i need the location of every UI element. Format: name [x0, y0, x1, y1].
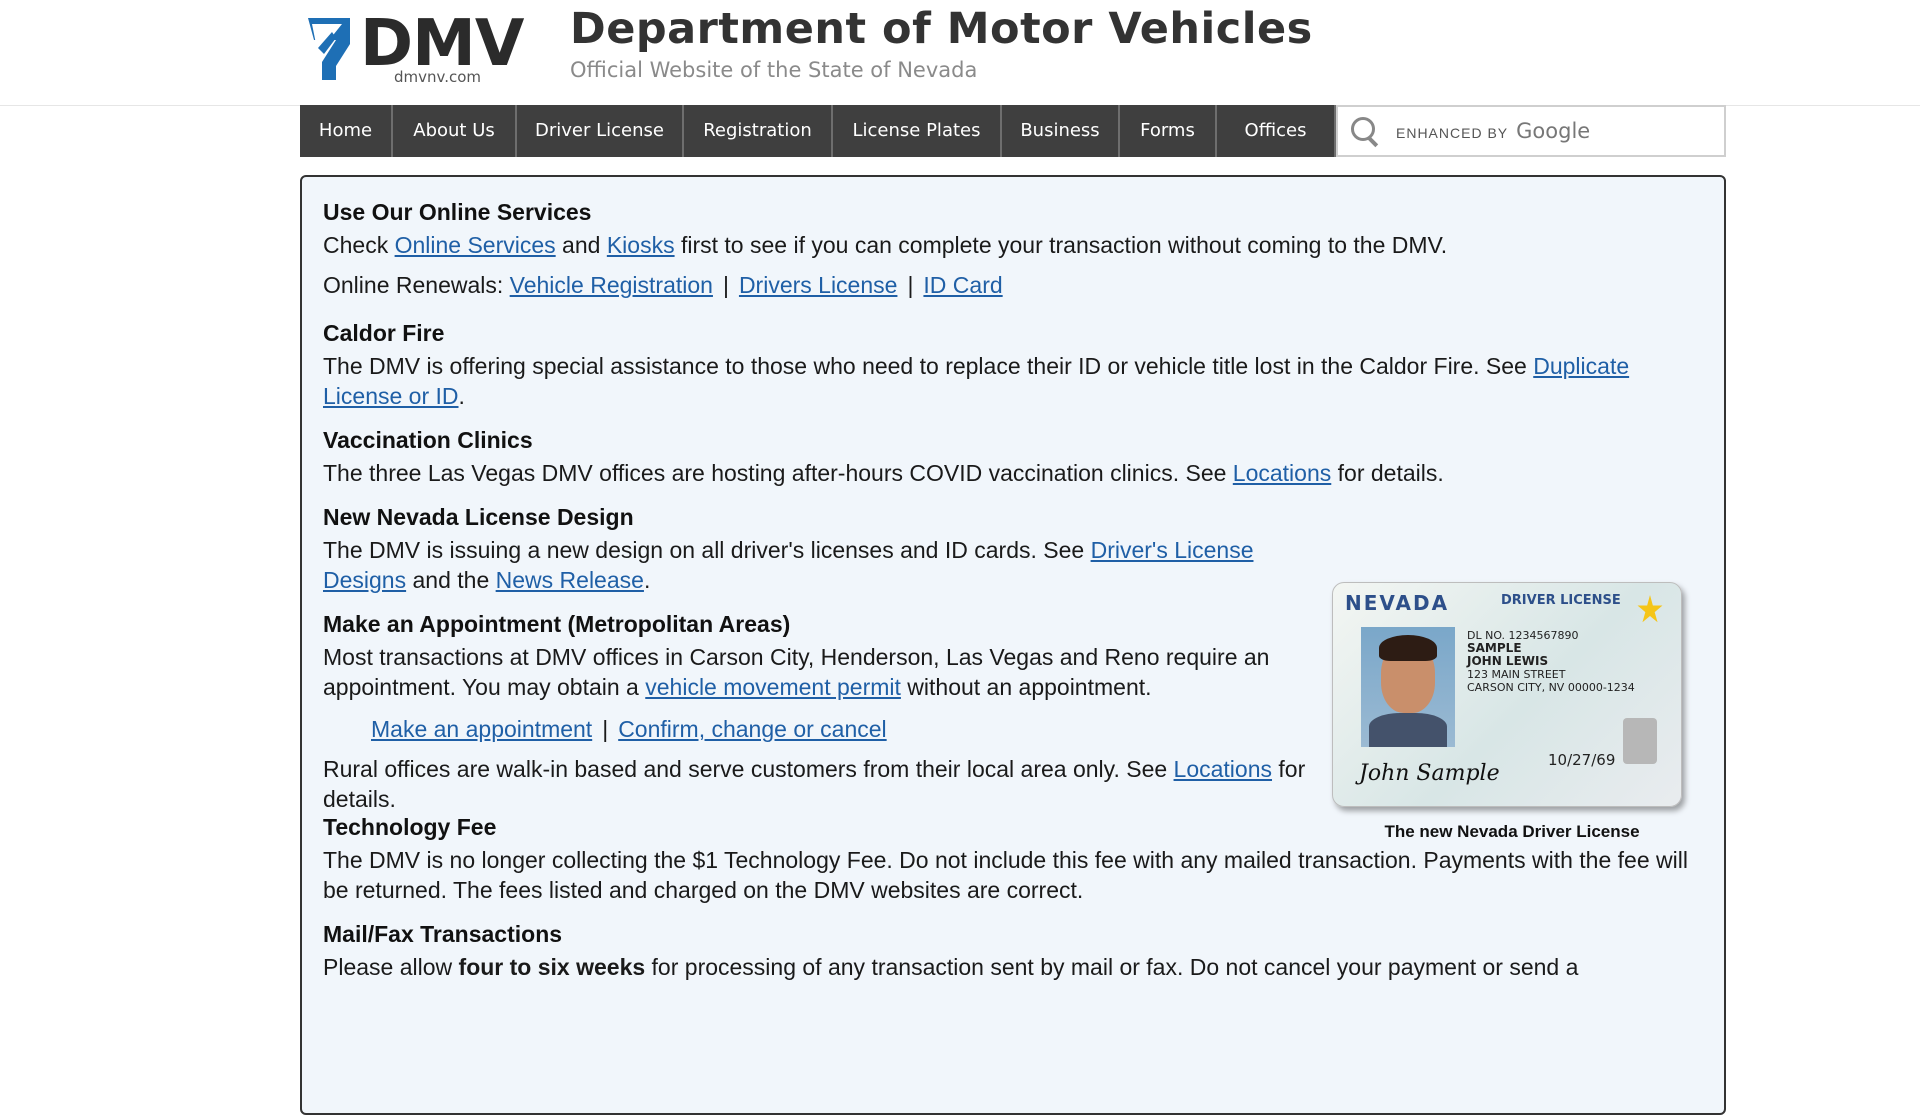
vehicle-registration-link[interactable]: Vehicle Registration — [510, 272, 713, 298]
news-release-link[interactable]: News Release — [496, 567, 644, 593]
online-renewals-row: Online Renewals: Vehicle Registration | Dr… — [323, 272, 1003, 298]
mail-fax-section: Mail/Fax Transactions Please allow four … — [323, 921, 1703, 982]
nav-forms[interactable]: Forms — [1120, 105, 1217, 157]
site-subtitle: Official Website of the State of Nevada — [570, 58, 978, 82]
search-input[interactable]: ENHANCED BY Google — [1336, 105, 1726, 157]
nav-business[interactable]: Business — [1002, 105, 1120, 157]
nav-registration[interactable]: Registration — [684, 105, 833, 157]
search-enhanced-label: ENHANCED BY — [1396, 125, 1509, 141]
nav-license-plates[interactable]: License Plates — [833, 105, 1002, 157]
drivers-license-link[interactable]: Drivers License — [739, 272, 898, 298]
dmv-logo[interactable]: DMV dmvnv.com — [306, 7, 531, 88]
site-title: Department of Motor Vehicles — [570, 4, 1313, 54]
logo-domain: dmvnv.com — [394, 68, 482, 86]
id-card-link[interactable]: ID Card — [923, 272, 1002, 298]
rural-offices-text: Rural offices are walk-in based and serv… — [323, 756, 1306, 812]
main-nav: Home About Us Driver License Registratio… — [300, 105, 1726, 157]
mail-fax-heading: Mail/Fax Transactions — [323, 921, 563, 947]
vehicle-movement-permit-link[interactable]: vehicle movement permit — [645, 674, 901, 700]
technology-fee-text: The DMV is no longer collecting the $1 T… — [323, 847, 1688, 903]
nav-driver-license[interactable]: Driver License — [517, 105, 684, 157]
card-date: 10/27/69 — [1548, 751, 1616, 769]
card-signature: John Sample — [1359, 761, 1500, 786]
appointment-action-links: Make an appointment | Confirm, change or c… — [371, 716, 887, 742]
site-header: DMV dmvnv.com Department of Motor Vehicl… — [0, 0, 1920, 106]
nav-about-us[interactable]: About Us — [393, 105, 517, 157]
license-caption: The new Nevada Driver License — [1384, 822, 1640, 841]
appointment-section: Make an Appointment (Metropolitan Areas)… — [323, 611, 1323, 814]
nevada-license-image[interactable]: NEVADA DRIVER LICENSE DL NO. 1234567890 … — [1332, 582, 1682, 807]
search-icon[interactable] — [1350, 116, 1380, 148]
mail-fax-text: Please allow four to six weeks for proce… — [323, 954, 1579, 980]
online-services-heading: Use Our Online Services — [323, 199, 592, 225]
card-ghost-photo — [1623, 718, 1657, 764]
caldor-fire-text: The DMV is offering special assistance t… — [323, 353, 1630, 409]
nav-home[interactable]: Home — [300, 105, 393, 157]
online-services-section: Use Our Online Services Check Online Ser… — [323, 199, 1703, 260]
vaccination-text: The three Las Vegas DMV offices are host… — [323, 460, 1444, 486]
caldor-fire-heading: Caldor Fire — [323, 320, 445, 346]
search-placeholder: ENHANCED BY Google — [1396, 119, 1590, 143]
card-photo — [1361, 627, 1455, 747]
locations-link[interactable]: Locations — [1233, 460, 1331, 486]
online-services-link[interactable]: Online Services — [395, 232, 556, 258]
card-state: NEVADA — [1345, 591, 1450, 615]
new-design-section: New Nevada License Design The DMV is iss… — [323, 504, 1313, 595]
caldor-fire-section: Caldor Fire The DMV is offering special … — [323, 320, 1703, 411]
new-design-text: The DMV is issuing a new design on all d… — [323, 537, 1254, 593]
make-appointment-link[interactable]: Make an appointment — [371, 716, 592, 742]
search-brand: Google — [1516, 119, 1591, 143]
new-design-heading: New Nevada License Design — [323, 504, 634, 530]
real-id-star-icon — [1637, 595, 1663, 623]
nav-offices[interactable]: Offices — [1217, 105, 1336, 157]
main-content-box: Use Our Online Services Check Online Ser… — [300, 175, 1726, 1115]
rural-locations-link[interactable]: Locations — [1174, 756, 1272, 782]
nevada-logo-icon — [308, 18, 350, 80]
card-details: DL NO. 1234567890 SAMPLE JOHN LEWIS 123 … — [1467, 629, 1635, 694]
kiosks-link[interactable]: Kiosks — [607, 232, 675, 258]
vaccination-heading: Vaccination Clinics — [323, 427, 533, 453]
online-services-text: Check Online Services and Kiosks first t… — [323, 232, 1448, 258]
confirm-change-cancel-link[interactable]: Confirm, change or cancel — [618, 716, 886, 742]
appointment-text: Most transactions at DMV offices in Cars… — [323, 644, 1270, 700]
card-type: DRIVER LICENSE — [1501, 593, 1621, 608]
online-renewals-label: Online Renewals: — [323, 272, 510, 298]
vaccination-section: Vaccination Clinics The three Las Vegas … — [323, 427, 1703, 488]
appointment-heading: Make an Appointment (Metropolitan Areas) — [323, 611, 791, 637]
